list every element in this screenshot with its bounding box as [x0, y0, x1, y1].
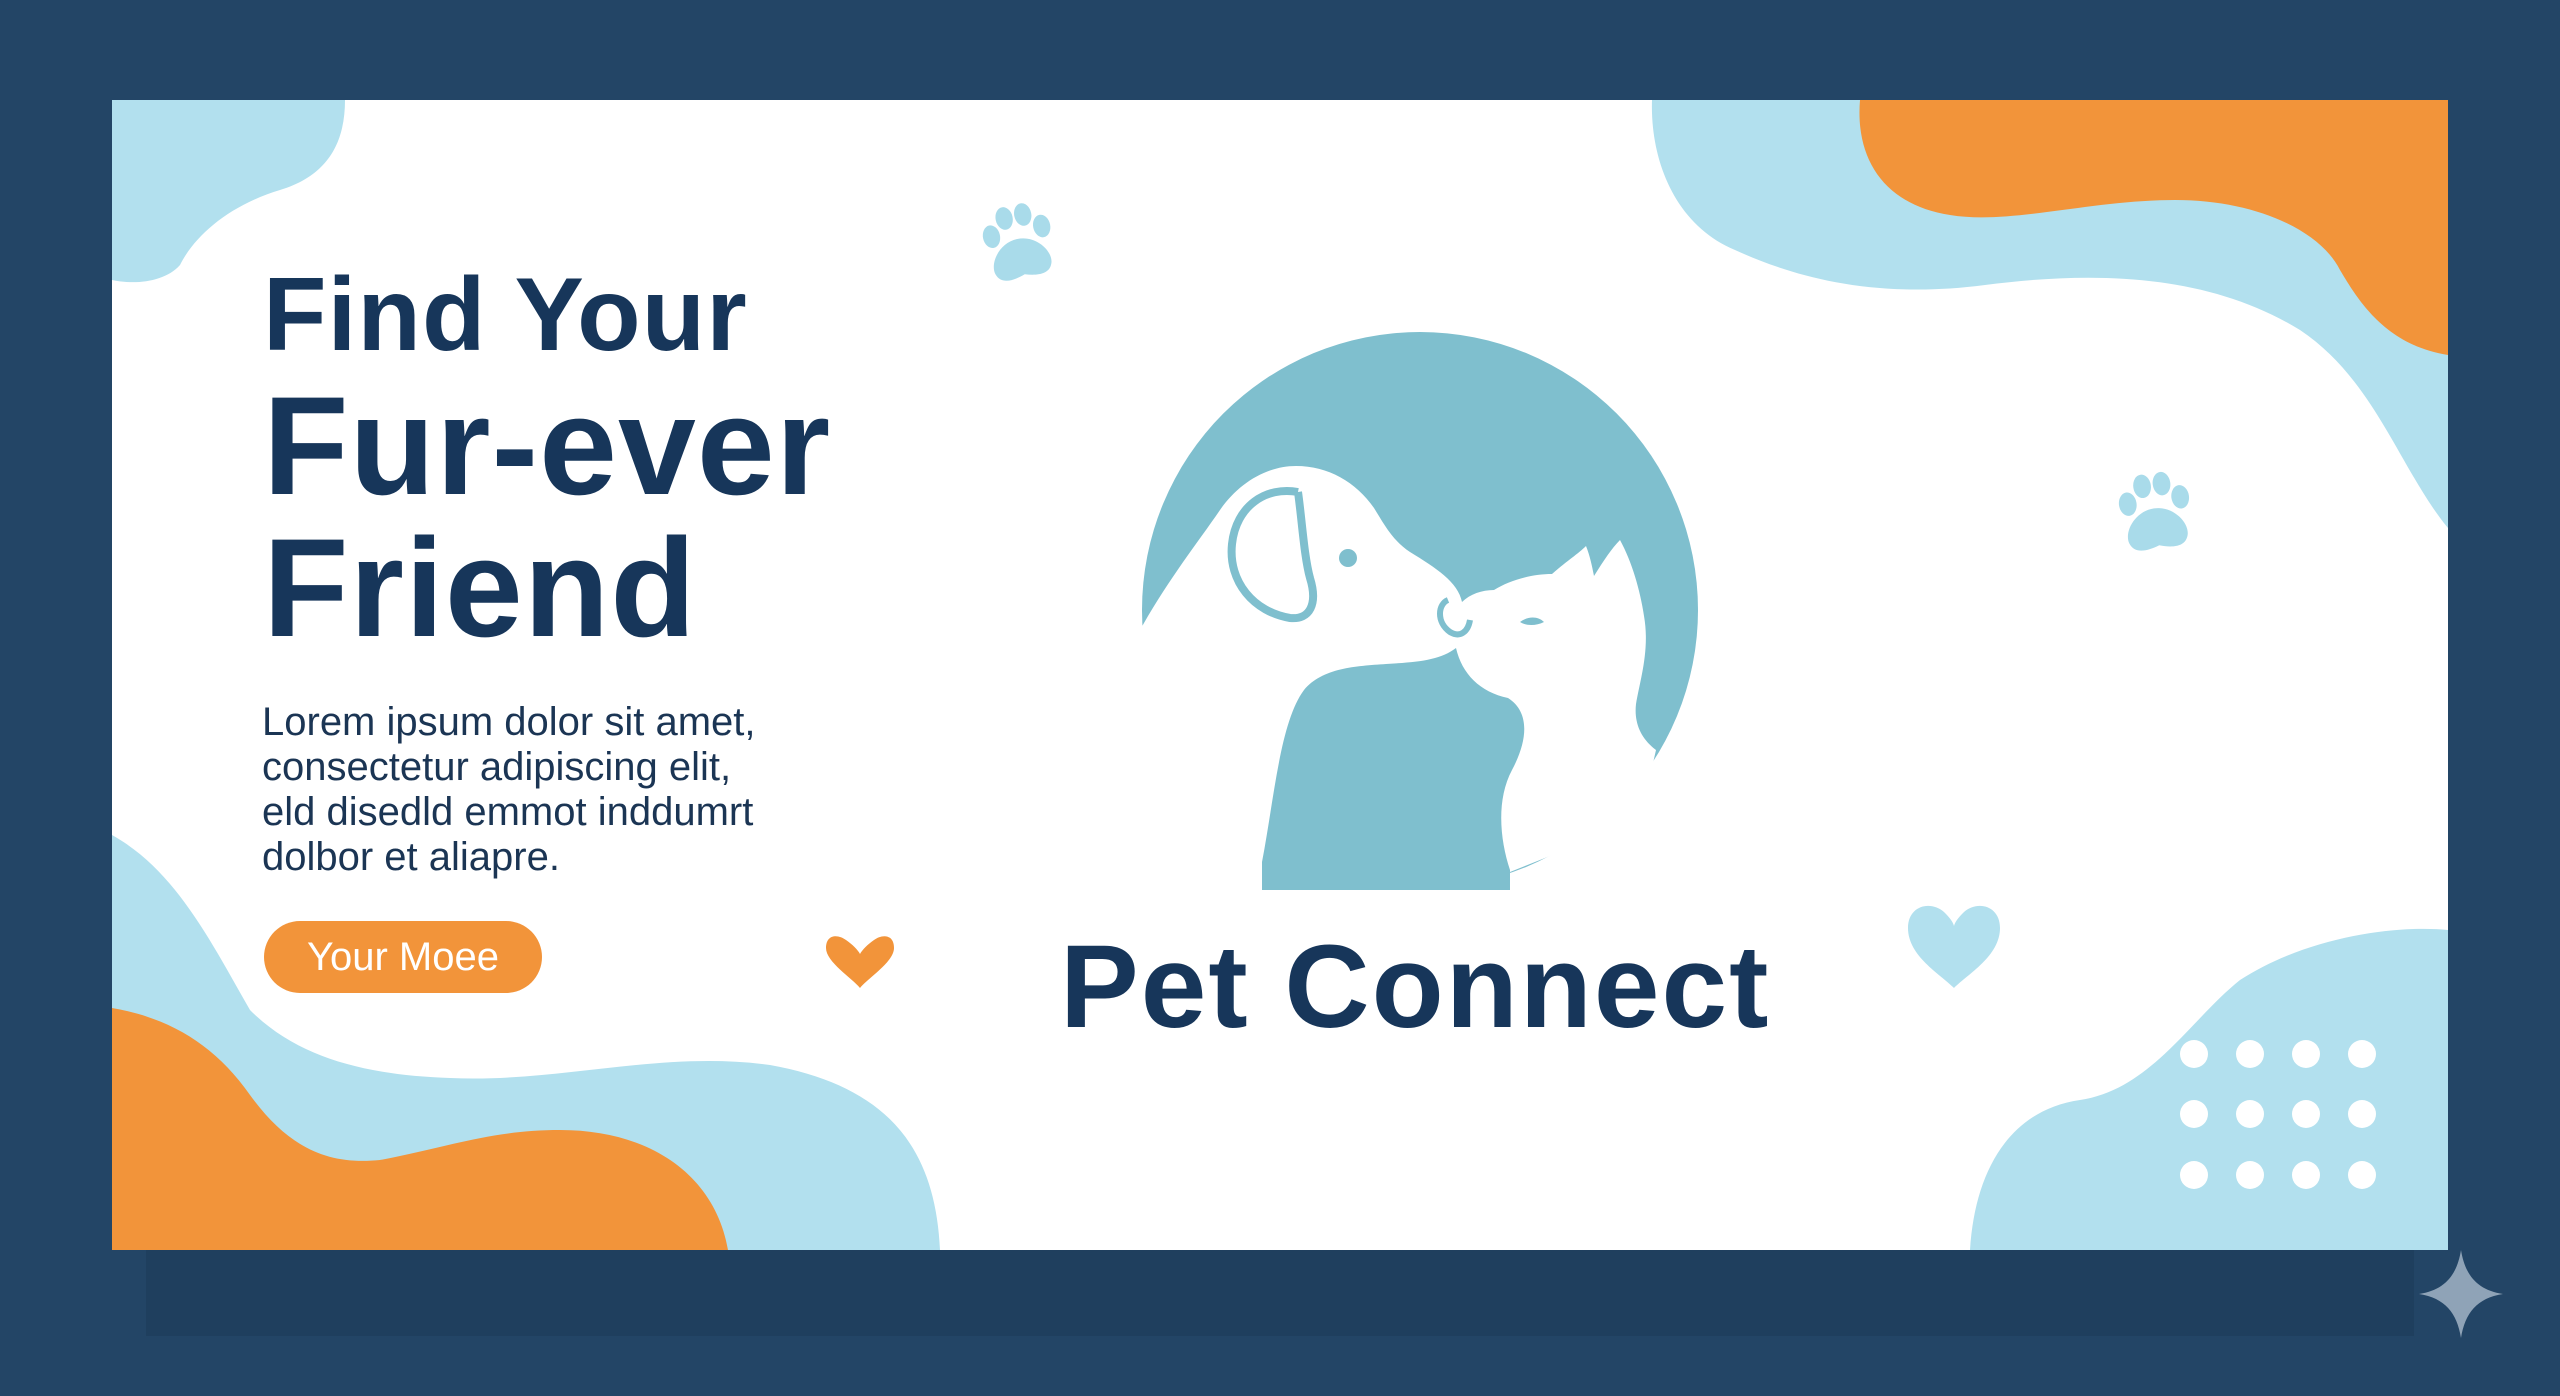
- scene: Find Your Fur-ever Friend Lorem ipsum do…: [0, 0, 2560, 1396]
- banner-graphics: [112, 100, 2503, 1338]
- body-text-line: consectetur adipiscing elit,: [262, 745, 732, 789]
- card-shadow: [146, 1250, 2414, 1336]
- body-text-line: Lorem ipsum dolor sit amet,: [262, 700, 756, 744]
- body-text: Lorem ipsum dolor sit amet, consectetur …: [262, 700, 882, 880]
- body-text-line: eld disedld emmot inddumrt: [262, 790, 754, 834]
- headline-line: Fur-ever: [263, 367, 832, 524]
- headline: Find Your Fur-ever Friend: [263, 255, 831, 659]
- body-text-line: dolbor et aliapre.: [262, 835, 560, 879]
- headline-line: Friend: [263, 509, 697, 666]
- headline-line: Find Your: [263, 257, 748, 373]
- dog-and-cat-silhouette-icon: [1140, 332, 1698, 900]
- sparkle-icon: [2419, 1250, 2503, 1338]
- brand-name: Pet Connect: [1060, 921, 1771, 1053]
- cta-button[interactable]: Your Moee: [264, 921, 542, 993]
